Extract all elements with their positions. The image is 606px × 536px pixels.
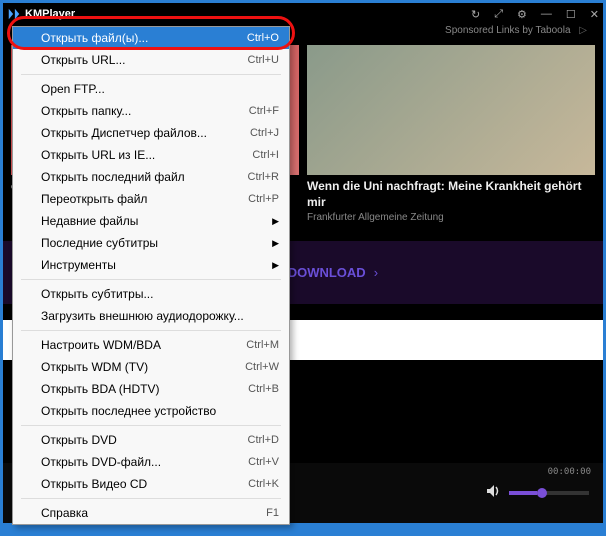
- chevron-right-icon: ▶: [272, 238, 279, 249]
- sponsored-close-icon[interactable]: ▷: [579, 25, 587, 36]
- menu-item[interactable]: СправкаF1: [13, 502, 289, 524]
- menu-item-shortcut: Ctrl+F: [249, 105, 279, 117]
- kmp-logo-icon: [7, 7, 21, 21]
- ad-image: [307, 45, 595, 175]
- menu-item[interactable]: Недавние файлы▶: [13, 210, 289, 232]
- menu-item-label: Открыть последний файл: [41, 170, 248, 184]
- menu-item-shortcut: Ctrl+R: [248, 171, 279, 183]
- menu-item[interactable]: Настроить WDM/BDACtrl+M: [13, 334, 289, 356]
- menu-item-shortcut: Ctrl+U: [248, 54, 279, 66]
- menu-item-label: Открыть BDA (HDTV): [41, 382, 248, 396]
- time-display: 00:00:00: [548, 467, 591, 477]
- menu-item[interactable]: Последние субтитры▶: [13, 232, 289, 254]
- menu-item-label: Открыть Диспетчер файлов...: [41, 126, 250, 140]
- menu-item-shortcut: Ctrl+D: [248, 434, 279, 446]
- menu-item-shortcut: Ctrl+P: [248, 193, 279, 205]
- menu-item-shortcut: Ctrl+W: [245, 361, 279, 373]
- menu-item-shortcut: F1: [266, 507, 279, 519]
- menu-item-label: Open FTP...: [41, 82, 279, 96]
- menu-item-shortcut: Ctrl+V: [248, 456, 279, 468]
- volume-area: [485, 483, 589, 504]
- ad-title: Wenn die Uni nachfragt: Meine Krankheit …: [307, 179, 595, 210]
- menu-item-shortcut: Ctrl+J: [250, 127, 279, 139]
- menu-item-shortcut: Ctrl+I: [252, 149, 279, 161]
- menu-separator: [21, 330, 281, 331]
- chevron-right-icon: ›: [374, 265, 378, 280]
- menu-item[interactable]: Открыть URL из IE...Ctrl+I: [13, 144, 289, 166]
- menu-item-label: Последние субтитры: [41, 236, 279, 250]
- menu-item-label: Открыть файл(ы)...: [41, 31, 247, 45]
- chevron-right-icon: ▶: [272, 260, 279, 271]
- menu-item[interactable]: Загрузить внешнюю аудиодорожку...: [13, 305, 289, 327]
- expand-icon[interactable]: ⤢: [494, 8, 503, 21]
- menu-item-label: Настроить WDM/BDA: [41, 338, 246, 352]
- menu-separator: [21, 425, 281, 426]
- window-controls: ↻ ⤢ ⚙ — ☐ ✕: [471, 8, 599, 21]
- volume-slider[interactable]: [509, 491, 589, 495]
- menu-item-label: Инструменты: [41, 258, 279, 272]
- menu-item-label: Открыть DVD: [41, 433, 248, 447]
- menu-item[interactable]: Открыть DVDCtrl+D: [13, 429, 289, 451]
- ad-source: Frankfurter Allgemeine Zeitung: [307, 212, 595, 223]
- refresh-icon[interactable]: ↻: [471, 8, 480, 21]
- menu-item[interactable]: Открыть файл(ы)...Ctrl+O: [13, 27, 289, 49]
- context-menu: Открыть файл(ы)...Ctrl+OОткрыть URL...Ct…: [12, 26, 290, 525]
- menu-item[interactable]: Открыть URL...Ctrl+U: [13, 49, 289, 71]
- chevron-right-icon: ▶: [272, 216, 279, 227]
- menu-item-label: Загрузить внешнюю аудиодорожку...: [41, 309, 279, 323]
- ad-card[interactable]: Wenn die Uni nachfragt: Meine Krankheit …: [307, 45, 595, 237]
- close-button[interactable]: ✕: [590, 8, 599, 21]
- app-logo: KMPlayer: [7, 7, 75, 21]
- sponsored-text: Sponsored Links by Taboola: [445, 25, 570, 36]
- menu-item[interactable]: Открыть DVD-файл...Ctrl+V: [13, 451, 289, 473]
- menu-separator: [21, 74, 281, 75]
- menu-item[interactable]: Инструменты▶: [13, 254, 289, 276]
- titlebar: KMPlayer ↻ ⤢ ⚙ — ☐ ✕: [3, 3, 603, 25]
- menu-item-shortcut: Ctrl+M: [246, 339, 279, 351]
- menu-item-label: Открыть субтитры...: [41, 287, 279, 301]
- menu-item[interactable]: Открыть Диспетчер файлов...Ctrl+J: [13, 122, 289, 144]
- menu-item[interactable]: Open FTP...: [13, 78, 289, 100]
- menu-item[interactable]: Переоткрыть файлCtrl+P: [13, 188, 289, 210]
- menu-item[interactable]: Открыть субтитры...: [13, 283, 289, 305]
- menu-item[interactable]: Открыть последнее устройство: [13, 400, 289, 422]
- promo-download: DOWNLOAD: [288, 265, 366, 280]
- menu-item-label: Недавние файлы: [41, 214, 279, 228]
- menu-item-label: Открыть Видео CD: [41, 477, 248, 491]
- menu-item[interactable]: Открыть папку...Ctrl+F: [13, 100, 289, 122]
- menu-item-label: Справка: [41, 506, 266, 520]
- menu-item[interactable]: Открыть последний файлCtrl+R: [13, 166, 289, 188]
- menu-item-label: Открыть папку...: [41, 104, 249, 118]
- menu-item-label: Переоткрыть файл: [41, 192, 248, 206]
- menu-item-label: Открыть URL...: [41, 53, 248, 67]
- menu-item[interactable]: Открыть BDA (HDTV)Ctrl+B: [13, 378, 289, 400]
- menu-item-label: Открыть URL из IE...: [41, 148, 252, 162]
- menu-item-label: Открыть последнее устройство: [41, 404, 279, 418]
- menu-separator: [21, 279, 281, 280]
- menu-item-shortcut: Ctrl+K: [248, 478, 279, 490]
- minimize-button[interactable]: —: [541, 8, 552, 20]
- settings-icon[interactable]: ⚙: [517, 8, 527, 21]
- menu-separator: [21, 498, 281, 499]
- menu-item-shortcut: Ctrl+O: [247, 32, 279, 44]
- maximize-button[interactable]: ☐: [566, 8, 576, 21]
- app-title: KMPlayer: [25, 8, 75, 20]
- volume-icon[interactable]: [485, 483, 501, 504]
- menu-item-label: Открыть DVD-файл...: [41, 455, 248, 469]
- menu-item-shortcut: Ctrl+B: [248, 383, 279, 395]
- menu-item[interactable]: Открыть WDM (TV)Ctrl+W: [13, 356, 289, 378]
- menu-item[interactable]: Открыть Видео CDCtrl+K: [13, 473, 289, 495]
- menu-item-label: Открыть WDM (TV): [41, 360, 245, 374]
